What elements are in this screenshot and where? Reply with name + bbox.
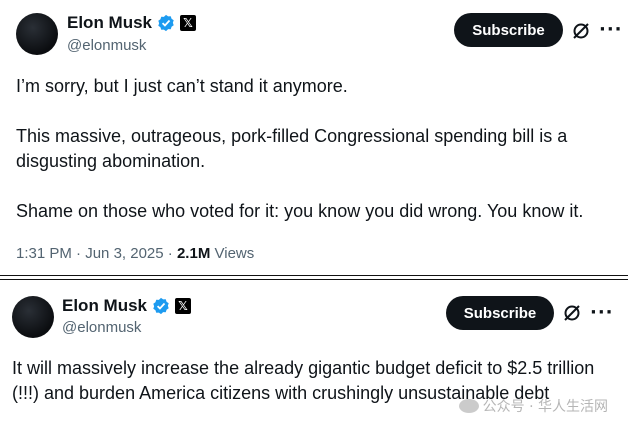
- grok-icon[interactable]: [571, 21, 591, 41]
- subscribe-button[interactable]: Subscribe: [446, 296, 554, 330]
- post-text: It will massively increase the already g…: [12, 358, 600, 403]
- more-icon[interactable]: ···: [590, 302, 614, 323]
- post-date[interactable]: Jun 3, 2025: [85, 245, 163, 262]
- author-handle[interactable]: @elonmusk: [67, 37, 146, 54]
- author-name[interactable]: Elon Musk: [67, 13, 152, 33]
- author-name[interactable]: Elon Musk: [62, 296, 147, 316]
- post-meta: 1:31 PM · Jun 3, 2025 · 2.1M Views: [16, 245, 254, 262]
- watermark: 公众号 · 华人生活网: [458, 396, 608, 416]
- post-time[interactable]: 1:31 PM: [16, 245, 72, 262]
- meta-separator: ·: [76, 245, 82, 262]
- avatar[interactable]: [12, 296, 54, 338]
- post-text: I’m sorry, but I just can’t stand it any…: [16, 76, 584, 221]
- verified-badge-icon: [158, 14, 174, 32]
- views-count: 2.1M: [176, 245, 211, 262]
- author-handle[interactable]: @elonmusk: [62, 319, 141, 336]
- subscribe-button[interactable]: Subscribe: [454, 13, 563, 47]
- divider: [0, 279, 628, 280]
- grok-icon[interactable]: [562, 303, 582, 323]
- views-label: Views: [214, 245, 255, 262]
- verified-badge-icon: [153, 297, 169, 315]
- author-row: Elon Musk 𝕏: [62, 296, 192, 316]
- avatar[interactable]: [16, 13, 58, 55]
- more-icon[interactable]: ···: [599, 19, 623, 40]
- x-logo-icon: 𝕏: [175, 298, 192, 314]
- wechat-icon: [458, 399, 479, 413]
- author-row: Elon Musk 𝕏: [67, 13, 197, 33]
- watermark-text: 公众号 · 华人生活网: [482, 399, 608, 415]
- x-logo-icon: 𝕏: [180, 15, 197, 31]
- meta-separator: ·: [167, 245, 173, 262]
- divider: [0, 275, 628, 276]
